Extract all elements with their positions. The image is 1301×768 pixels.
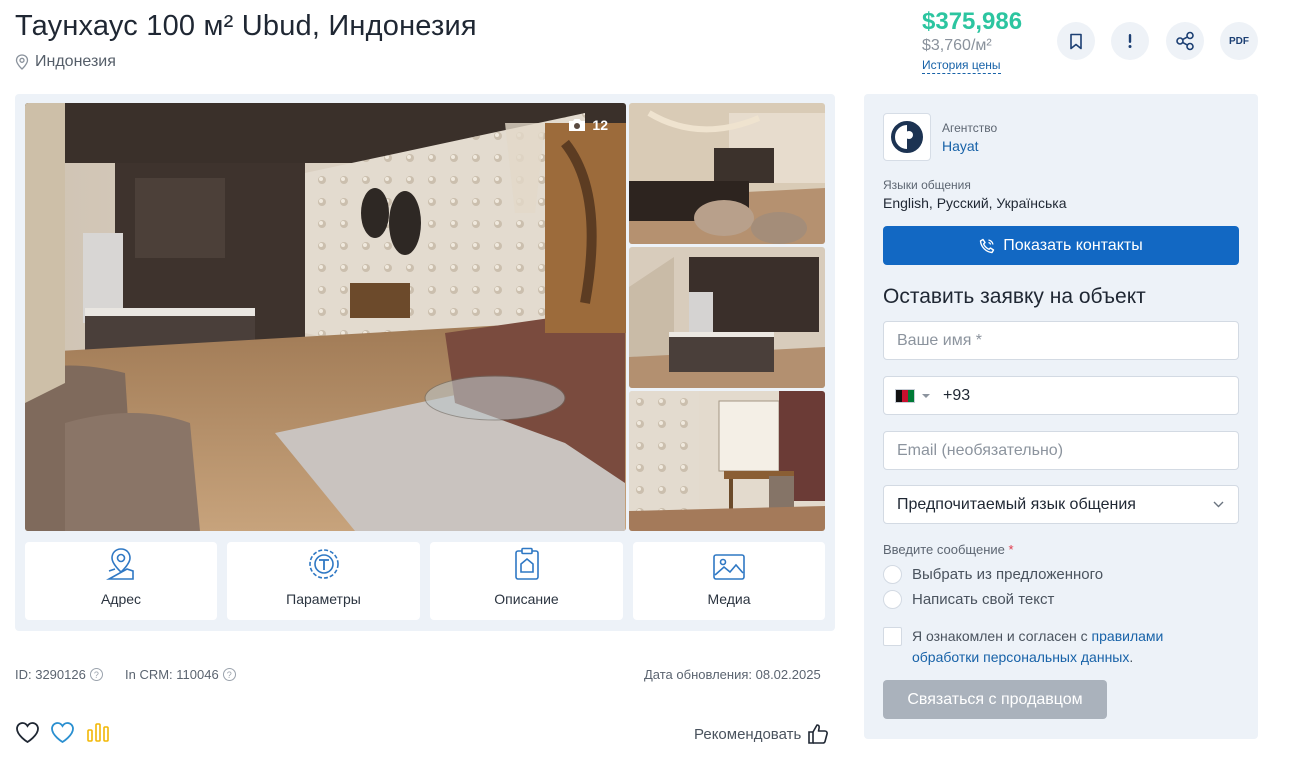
pdf-icon: PDF [1229, 35, 1249, 47]
report-button[interactable] [1111, 22, 1149, 60]
form-title: Оставить заявку на объект [883, 285, 1146, 308]
heart-blue-icon [51, 722, 74, 744]
radio-choose-preset[interactable]: Выбрать из предложенного [883, 565, 1103, 584]
show-contacts-label: Показать контакты [1003, 236, 1143, 254]
thumbnail-photo[interactable] [629, 247, 825, 388]
tab-description-label: Описание [494, 591, 559, 607]
share-icon [1176, 31, 1194, 51]
location-text: Индонезия [35, 53, 116, 70]
map-pin-icon [106, 548, 134, 580]
radio-button[interactable] [883, 565, 902, 584]
heart-outline-icon [16, 722, 39, 744]
crm-id: In CRM: 110046 ? [125, 667, 236, 682]
recommend-button[interactable]: Рекомендовать [694, 723, 829, 745]
help-icon[interactable]: ? [89, 668, 103, 681]
thumbnail-photo[interactable] [629, 103, 825, 244]
bar-chart-icon [87, 723, 109, 742]
show-contacts-button[interactable]: Показать контакты [883, 226, 1239, 265]
chevron-down-icon [1213, 501, 1224, 508]
chevron-down-icon[interactable] [921, 393, 931, 399]
afghanistan-flag-icon[interactable] [895, 388, 915, 403]
thumbnail-photo[interactable] [629, 391, 825, 531]
tab-address-label: Адрес [100, 591, 142, 607]
agency-logo-icon [891, 121, 923, 153]
consent-end: . [1129, 649, 1134, 665]
language-select-value: Предпочитаемый язык общения [897, 495, 1136, 513]
description-icon [514, 547, 539, 580]
radio-button[interactable] [883, 590, 902, 609]
message-label: Введите сообщение * [883, 542, 1014, 557]
listing-id-text: ID: 3290126 [15, 667, 86, 682]
photo-count: 12 [568, 117, 608, 133]
price-per-sqm: $3,760/м² [922, 37, 992, 54]
recommend-label: Рекомендовать [694, 725, 802, 743]
share-button[interactable] [1166, 22, 1204, 60]
languages-value: English, Русский, Українська [883, 195, 1067, 211]
update-date-text: Дата обновления: 08.02.2025 [644, 667, 821, 682]
radio-own-label: Написать свой текст [912, 591, 1055, 608]
contact-seller-button[interactable]: Связаться с продавцом [883, 680, 1107, 719]
message-label-text: Введите сообщение [883, 542, 1005, 557]
consent-checkbox[interactable] [883, 627, 902, 646]
phone-icon [980, 238, 995, 253]
tab-media-label: Медиа [707, 591, 751, 607]
main-photo[interactable]: 12 [25, 103, 626, 531]
phone-field[interactable]: +93 [883, 376, 1239, 415]
location-pin-icon [15, 54, 29, 70]
listing-id: ID: 3290126 ? [15, 667, 103, 682]
location: Индонезия [15, 53, 116, 71]
agency-logo[interactable] [883, 113, 931, 161]
required-mark: * [1008, 542, 1014, 557]
media-icon [713, 554, 745, 580]
bookmark-icon [1070, 33, 1082, 49]
tab-address[interactable]: Адрес [25, 542, 217, 620]
compare-button[interactable] [86, 721, 110, 748]
radio-write-own[interactable]: Написать свой текст [883, 590, 1054, 609]
tab-description[interactable]: Описание [430, 542, 623, 620]
camera-icon [569, 119, 586, 131]
price-block: $375,986 $3,760/м² История цены [922, 8, 1022, 74]
language-select[interactable]: Предпочитаемый язык общения [883, 485, 1239, 524]
contact-sidebar: Агентство Hayat Языки общения English, Р… [864, 94, 1258, 739]
consent-row: Я ознакомлен и согласен с правилами обра… [883, 626, 1223, 668]
agency-label: Агентство [942, 121, 998, 135]
name-placeholder: Ваше имя * [897, 331, 983, 349]
price-total: $375,986 [922, 8, 1023, 35]
consent-text-block: Я ознакомлен и согласен с правилами обра… [912, 626, 1223, 668]
update-date: Дата обновления: 08.02.2025 [644, 667, 821, 682]
tab-parameters[interactable]: Параметры [227, 542, 420, 620]
favorite-button[interactable] [15, 721, 40, 749]
thumbs-up-icon [808, 724, 829, 744]
photo-count-value: 12 [592, 117, 608, 133]
gallery-panel: 12 Адрес Параметры Описание Медиа [15, 94, 835, 631]
crm-id-text: In CRM: 110046 [125, 667, 219, 682]
email-field[interactable]: Email (необязательно) [883, 431, 1239, 470]
parameters-icon [308, 549, 339, 579]
phone-code: +93 [943, 386, 971, 404]
tab-parameters-label: Параметры [286, 591, 361, 607]
languages-label: Языки общения [883, 178, 971, 192]
like-button[interactable] [50, 721, 75, 749]
help-icon[interactable]: ? [222, 668, 236, 681]
exclamation-icon [1128, 34, 1132, 48]
agency-name-link[interactable]: Hayat [942, 138, 979, 154]
radio-choose-label: Выбрать из предложенного [912, 566, 1104, 583]
pdf-button[interactable]: PDF [1220, 22, 1258, 60]
tab-media[interactable]: Медиа [633, 542, 825, 620]
price-history-link[interactable]: История цены [922, 58, 1001, 74]
bookmark-button[interactable] [1057, 22, 1095, 60]
page-title: Таунхаус 100 м² Ubud, Индонезия [15, 10, 477, 42]
name-field[interactable]: Ваше имя * [883, 321, 1239, 360]
consent-text: Я ознакомлен и согласен с [912, 628, 1092, 644]
email-placeholder: Email (необязательно) [897, 441, 1064, 459]
